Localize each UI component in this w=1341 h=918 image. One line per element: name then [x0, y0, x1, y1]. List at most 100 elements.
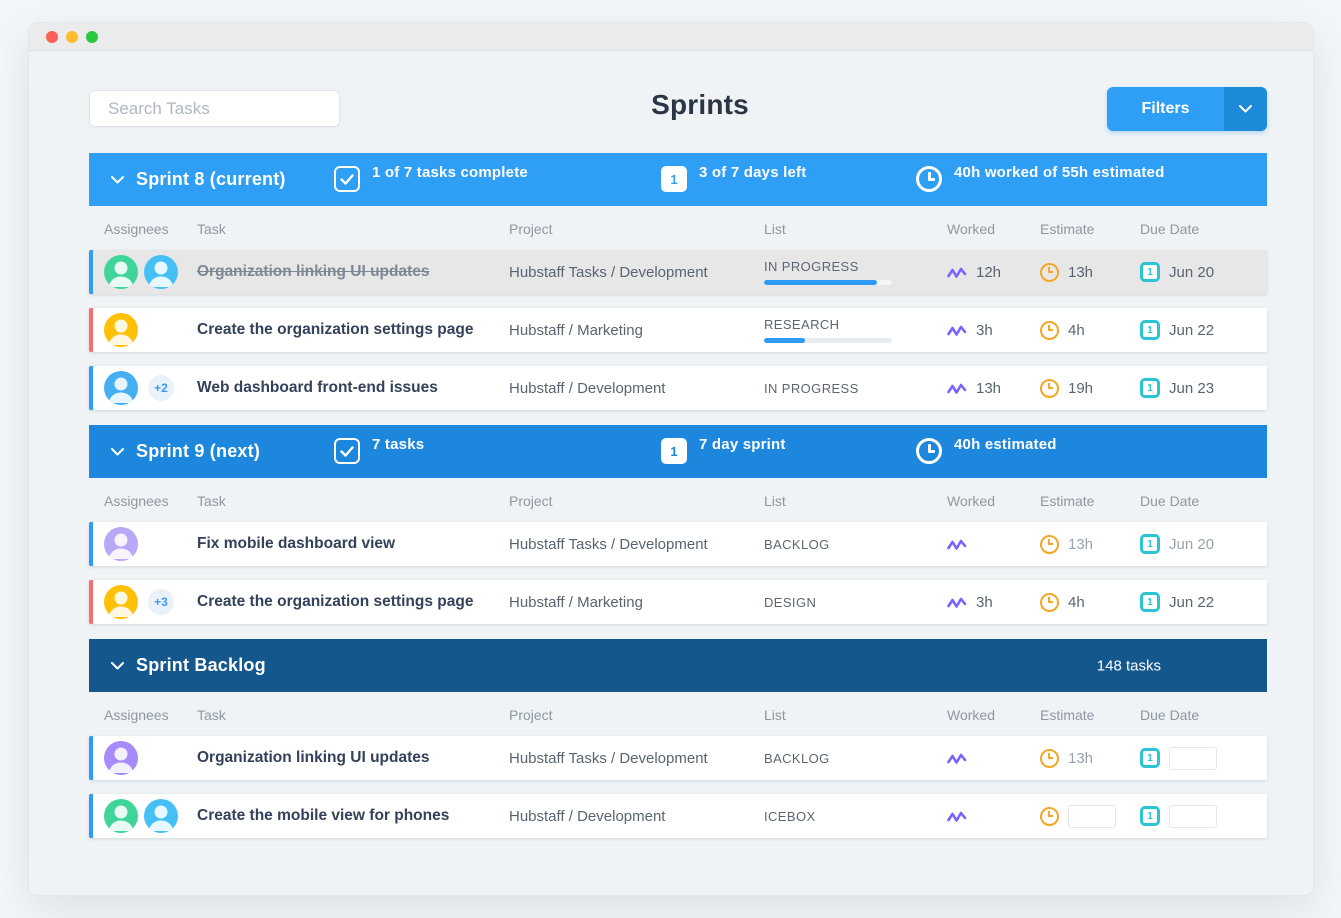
minimize-window-button[interactable] — [66, 31, 78, 43]
task-title[interactable]: Organization linking UI updates — [197, 263, 430, 281]
collapse-chevron-icon[interactable] — [111, 662, 124, 670]
search-input[interactable] — [108, 99, 329, 119]
due-date-calendar-icon: 1 — [1140, 320, 1160, 340]
search-box[interactable] — [89, 90, 340, 127]
sprint-backlog-section: Sprint Backlog 148 tasks Assignees Task … — [89, 639, 1267, 853]
worked-value: 3h — [976, 594, 993, 611]
list-label: IN PROGRESS — [764, 259, 859, 274]
sprint-9-header[interactable]: Sprint 9 (next) 7 tasks 1 7 day sprint — [89, 425, 1267, 478]
due-date-calendar-icon: 1 — [1140, 534, 1160, 554]
estimate-clock-icon — [1040, 535, 1059, 554]
estimate-value: 4h — [1068, 322, 1085, 339]
window-titlebar — [29, 23, 1313, 51]
column-header-task: Task — [197, 493, 509, 509]
main-content: Sprints Filters Sprint 8 (current) — [29, 51, 1313, 853]
avatar[interactable] — [104, 255, 138, 289]
worked-activity-icon — [947, 382, 967, 395]
sprint-title: Sprint 8 (current) — [136, 169, 286, 190]
avatar[interactable] — [104, 527, 138, 561]
estimate-value: 13h — [1068, 264, 1093, 281]
hours-worked-stat: 40h worked of 55h estimated — [916, 164, 1164, 192]
chevron-down-icon — [1239, 105, 1252, 113]
column-headers: Assignees Task Project List Worked Estim… — [89, 208, 1267, 250]
clock-icon — [916, 166, 942, 192]
column-header-project: Project — [509, 493, 764, 509]
column-header-due-date: Due Date — [1140, 493, 1267, 509]
avatar[interactable] — [104, 371, 138, 405]
project-label: Hubstaff / Development — [509, 808, 764, 825]
avatar[interactable] — [144, 799, 178, 833]
list-label: RESEARCH — [764, 317, 839, 332]
checkbox-icon — [334, 438, 360, 464]
task-title[interactable]: Organization linking UI updates — [197, 749, 430, 767]
days-left-stat: 1 3 of 7 days left — [661, 164, 806, 192]
toolbar: Sprints Filters — [89, 87, 1267, 131]
due-date-input[interactable] — [1169, 747, 1217, 770]
worked-value: 13h — [976, 380, 1001, 397]
zoom-window-button[interactable] — [86, 31, 98, 43]
column-header-estimate: Estimate — [1040, 493, 1140, 509]
column-header-due-date: Due Date — [1140, 221, 1267, 237]
estimate-value: 19h — [1068, 380, 1093, 397]
task-title[interactable]: Fix mobile dashboard view — [197, 535, 395, 553]
task-title[interactable]: Create the mobile view for phones — [197, 807, 449, 825]
task-row[interactable]: Organization linking UI updates Hubstaff… — [89, 736, 1267, 780]
project-label: Hubstaff / Marketing — [509, 322, 764, 339]
avatar[interactable] — [104, 741, 138, 775]
worked-activity-icon — [947, 752, 967, 765]
due-date-calendar-icon: 1 — [1140, 748, 1160, 768]
filters-dropdown-button[interactable] — [1224, 87, 1267, 131]
due-date-input[interactable] — [1169, 805, 1217, 828]
project-label: Hubstaff Tasks / Development — [509, 750, 764, 767]
estimate-input[interactable] — [1068, 805, 1116, 828]
worked-activity-icon — [947, 266, 967, 279]
tasks-stat: 7 tasks — [334, 436, 424, 464]
collapse-chevron-icon[interactable] — [111, 448, 124, 456]
list-label: DESIGN — [764, 595, 816, 610]
worked-activity-icon — [947, 810, 967, 823]
avatar[interactable] — [104, 313, 138, 347]
avatar[interactable] — [144, 255, 178, 289]
task-title[interactable]: Create the organization settings page — [197, 593, 473, 611]
task-progress-bar — [764, 280, 892, 285]
extra-assignees-badge[interactable]: +2 — [148, 375, 174, 401]
task-row[interactable]: +2 Web dashboard front-end issues Hubsta… — [89, 366, 1267, 410]
task-row[interactable]: +3 Create the organization settings page… — [89, 580, 1267, 624]
page-title: Sprints — [651, 89, 749, 121]
sprint-backlog-header[interactable]: Sprint Backlog 148 tasks — [89, 639, 1267, 692]
column-header-worked: Worked — [947, 707, 1040, 723]
due-date-value: Jun 23 — [1169, 380, 1214, 397]
worked-value: 12h — [976, 264, 1001, 281]
close-window-button[interactable] — [46, 31, 58, 43]
avatar[interactable] — [104, 585, 138, 619]
due-date-value: Jun 20 — [1169, 536, 1214, 553]
stat-label: 1 of 7 tasks complete — [372, 164, 528, 181]
sprint-title: Sprint Backlog — [136, 655, 266, 676]
list-label: BACKLOG — [764, 537, 830, 552]
list-label: BACKLOG — [764, 751, 830, 766]
task-row[interactable]: Create the organization settings page Hu… — [89, 308, 1267, 352]
due-date-calendar-icon: 1 — [1140, 378, 1160, 398]
project-label: Hubstaff Tasks / Development — [509, 264, 764, 281]
column-header-project: Project — [509, 221, 764, 237]
task-row[interactable]: Fix mobile dashboard view Hubstaff Tasks… — [89, 522, 1267, 566]
sprint-8-header[interactable]: Sprint 8 (current) 1 of 7 tasks complete… — [89, 153, 1267, 206]
avatar[interactable] — [104, 799, 138, 833]
estimate-clock-icon — [1040, 749, 1059, 768]
collapse-chevron-icon[interactable] — [111, 176, 124, 184]
stat-label: 40h worked of 55h estimated — [954, 164, 1164, 181]
filters-button-label[interactable]: Filters — [1107, 87, 1224, 131]
list-label: ICEBOX — [764, 809, 816, 824]
column-header-project: Project — [509, 707, 764, 723]
estimate-clock-icon — [1040, 321, 1059, 340]
task-row[interactable]: Organization linking UI updates Hubstaff… — [89, 250, 1267, 294]
filters-button[interactable]: Filters — [1107, 87, 1267, 131]
extra-assignees-badge[interactable]: +3 — [148, 589, 174, 615]
list-label: IN PROGRESS — [764, 381, 859, 396]
estimate-value: 4h — [1068, 594, 1085, 611]
task-row[interactable]: Create the mobile view for phones Hubsta… — [89, 794, 1267, 838]
column-header-assignees: Assignees — [104, 221, 197, 237]
task-title[interactable]: Web dashboard front-end issues — [197, 379, 438, 397]
task-title[interactable]: Create the organization settings page — [197, 321, 473, 339]
worked-activity-icon — [947, 538, 967, 551]
